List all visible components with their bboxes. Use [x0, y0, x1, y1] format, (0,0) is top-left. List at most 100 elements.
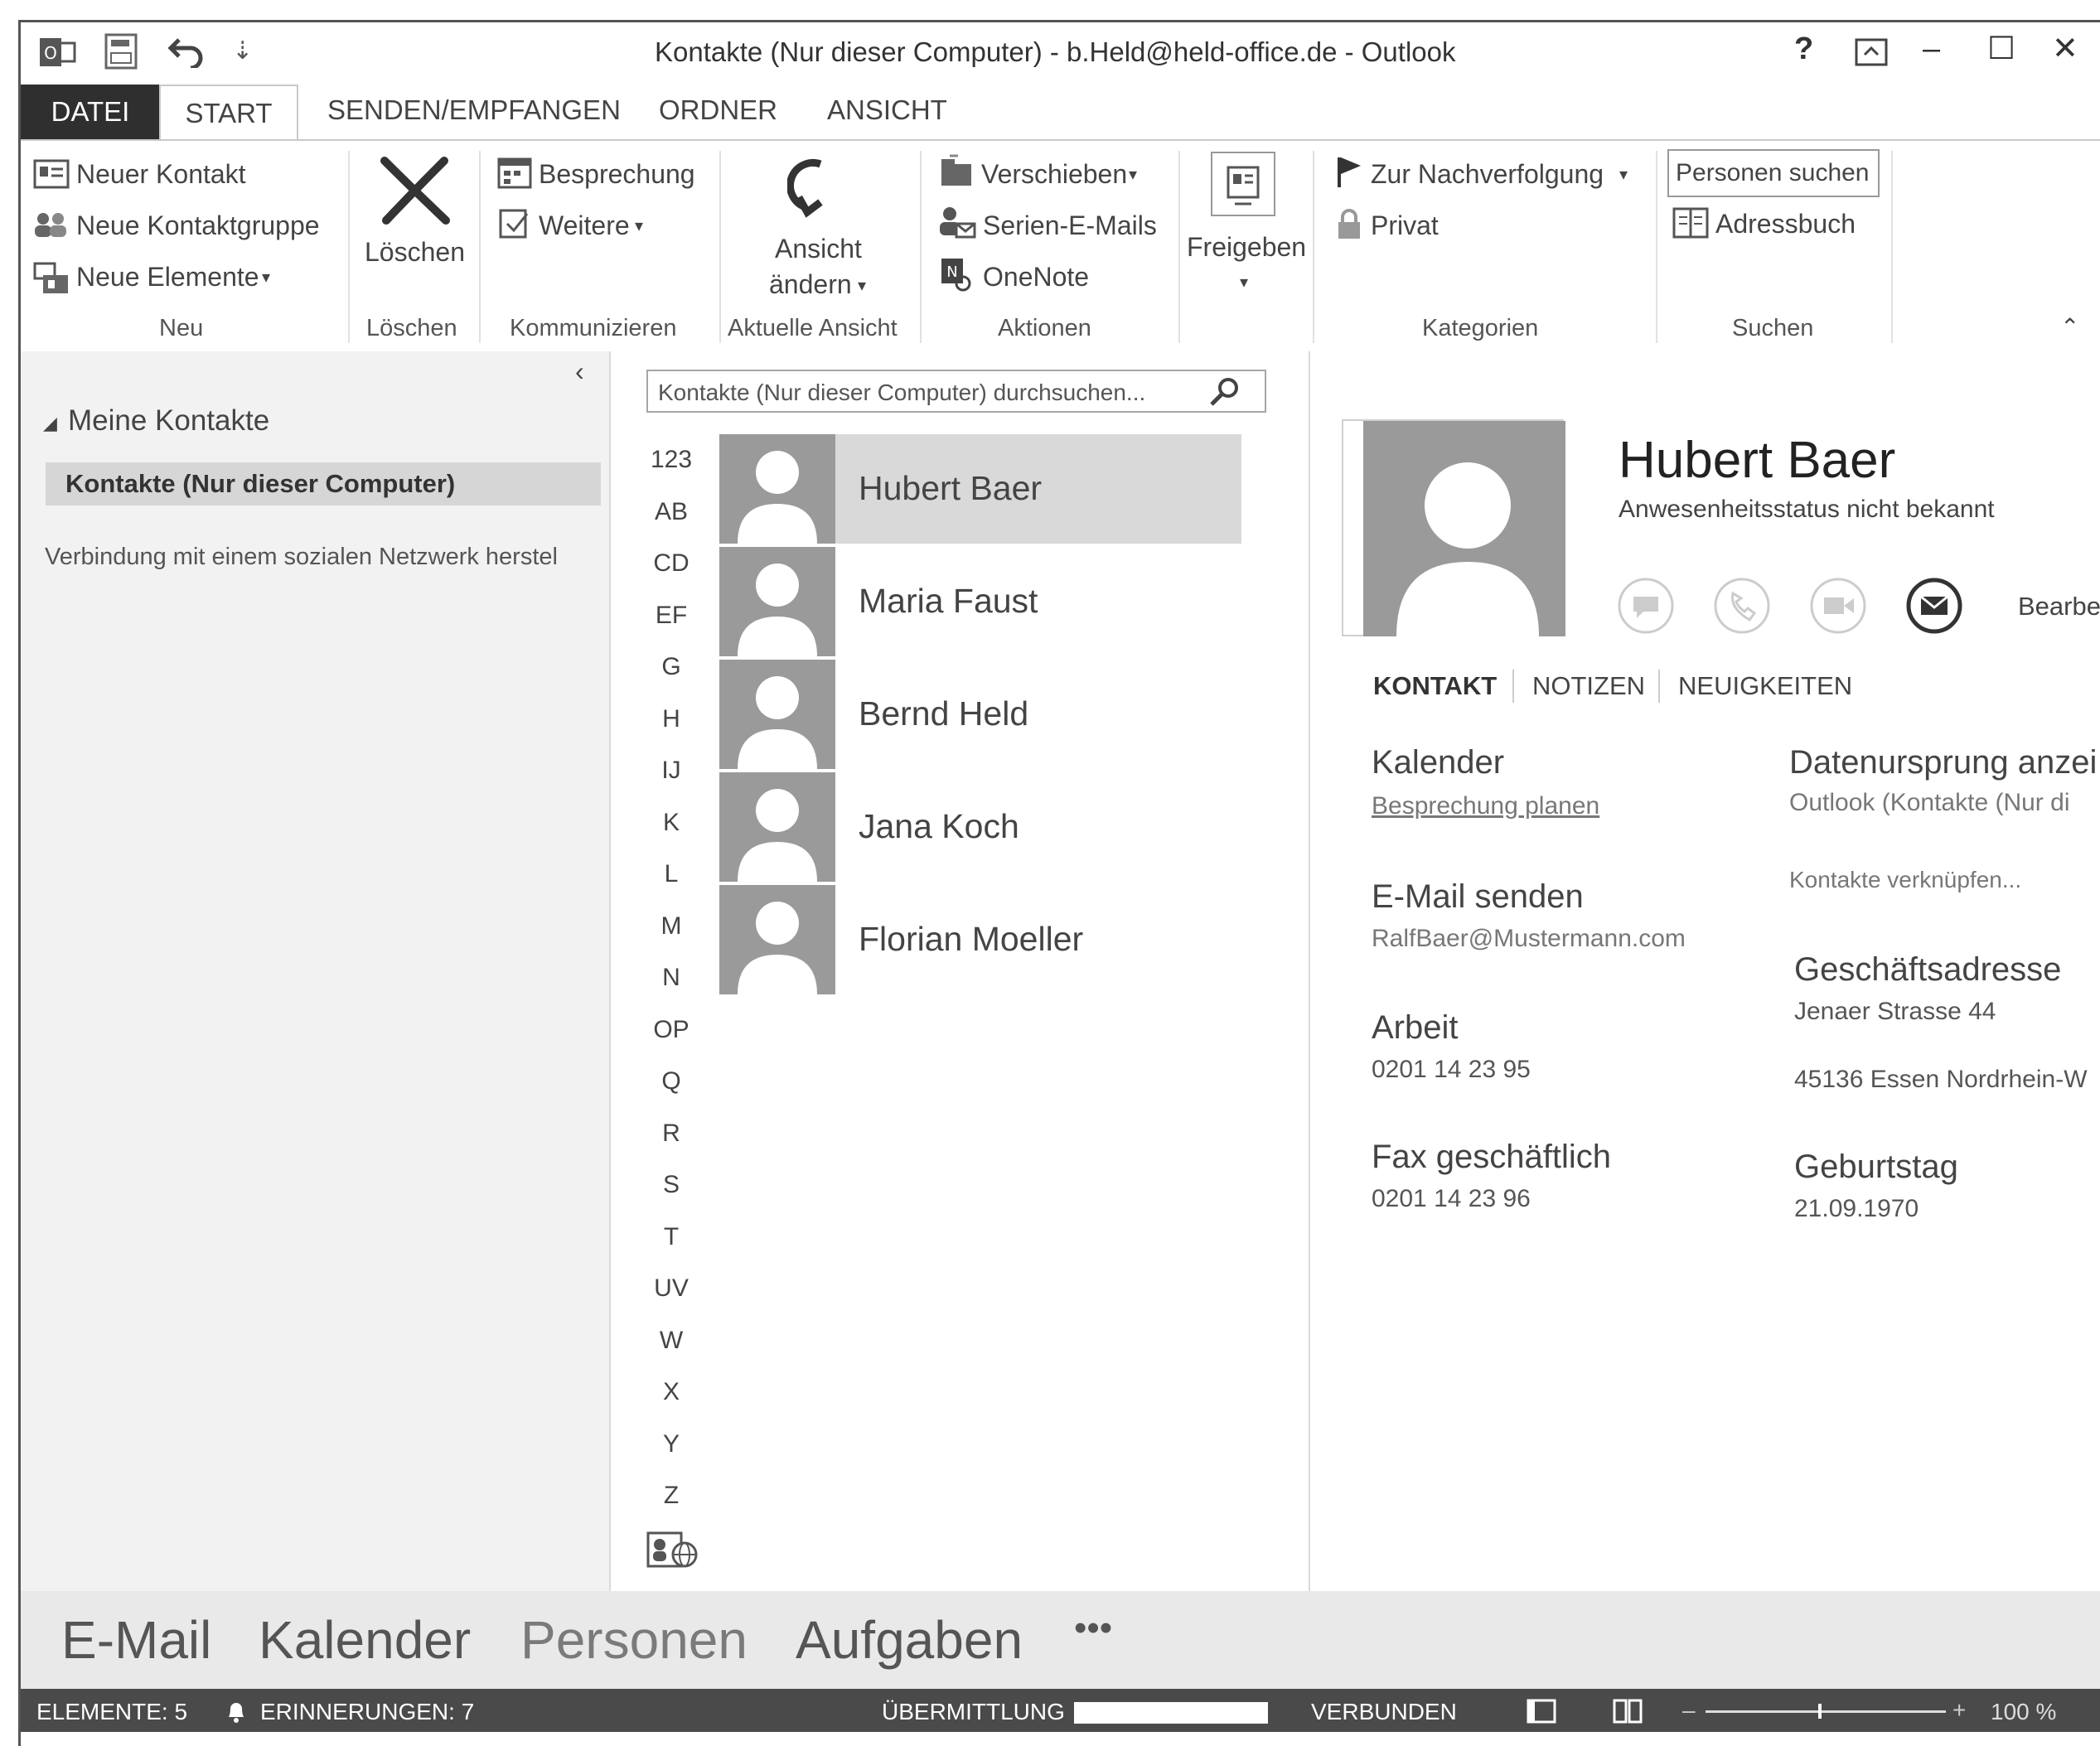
- tab-datei[interactable]: DATEI: [21, 85, 160, 139]
- alphabet-letter[interactable]: IJ: [646, 757, 696, 785]
- change-view-button-line2[interactable]: ändern: [769, 269, 852, 300]
- tab-senden-empfangen[interactable]: SENDEN/EMPFANGEN: [327, 94, 621, 126]
- change-view-icon[interactable]: [787, 156, 854, 225]
- collapse-ribbon-icon[interactable]: ⌃: [2060, 313, 2079, 341]
- online-contacts-icon[interactable]: [646, 1531, 701, 1569]
- tab-notizen[interactable]: NOTIZEN: [1532, 671, 1645, 701]
- close-button[interactable]: ✕: [2052, 33, 2078, 65]
- ribbon-display-options-icon[interactable]: [1855, 38, 1888, 66]
- delete-button[interactable]: Löschen: [365, 237, 465, 268]
- contact-list-item[interactable]: Florian Moeller: [719, 885, 1083, 994]
- new-contact-group-button[interactable]: Neue Kontaktgruppe: [76, 210, 320, 241]
- work-phone-value[interactable]: 0201 14 23 95: [1372, 1056, 1531, 1084]
- alphabet-letter[interactable]: CD: [646, 549, 696, 578]
- contact-list-item[interactable]: Maria Faust: [719, 547, 1038, 656]
- link-contacts-link[interactable]: Kontakte verknüpfen...: [1789, 867, 2021, 893]
- tab-start[interactable]: START: [159, 85, 298, 141]
- zoom-level[interactable]: 100 %: [1991, 1699, 2056, 1725]
- email-value[interactable]: RalfBaer@Mustermann.com: [1372, 925, 1686, 953]
- alphabet-letter[interactable]: X: [646, 1378, 696, 1406]
- collapse-folder-pane-icon[interactable]: ‹: [575, 356, 584, 387]
- alphabet-letter[interactable]: M: [646, 912, 696, 941]
- private-button[interactable]: Privat: [1371, 210, 1439, 241]
- undo-icon[interactable]: [167, 31, 207, 68]
- folder-item-selected[interactable]: Kontakte (Nur dieser Computer): [46, 462, 601, 505]
- normal-view-icon[interactable]: [1525, 1697, 1558, 1725]
- onenote-button[interactable]: OneNote: [983, 262, 1089, 293]
- social-network-link[interactable]: Verbindung mit einem sozialen Netzwerk h…: [45, 544, 605, 571]
- tab-kontakt[interactable]: KONTAKT: [1373, 671, 1497, 701]
- nav-tasks[interactable]: Aufgaben: [796, 1609, 1023, 1671]
- minimize-button[interactable]: –: [1923, 33, 1940, 65]
- move-button[interactable]: Verschieben: [981, 159, 1127, 190]
- change-view-button-line1[interactable]: Ansicht: [775, 234, 862, 264]
- search-icon[interactable]: [1208, 376, 1241, 408]
- alphabet-letter[interactable]: Z: [646, 1482, 696, 1510]
- share-dropdown-icon[interactable]: ▾: [1240, 272, 1248, 293]
- new-contact-button[interactable]: Neuer Kontakt: [76, 159, 246, 190]
- zoom-out-button[interactable]: –: [1682, 1697, 1696, 1724]
- new-items-dropdown-icon[interactable]: ▾: [262, 267, 270, 288]
- zoom-slider-track[interactable]: [1706, 1710, 1946, 1713]
- follow-up-dropdown-icon[interactable]: ▾: [1619, 164, 1628, 185]
- maximize-button[interactable]: ☐: [1987, 33, 2015, 65]
- alphabet-letter[interactable]: S: [646, 1171, 696, 1199]
- instant-message-icon[interactable]: [1617, 577, 1675, 635]
- search-people-input[interactable]: Personen suchen: [1667, 149, 1880, 197]
- contact-search-input[interactable]: Kontakte (Nur dieser Computer) durchsuch…: [646, 370, 1266, 413]
- address-book-button[interactable]: Adressbuch: [1715, 209, 1856, 239]
- alphabet-letter[interactable]: H: [646, 705, 696, 733]
- nav-people[interactable]: Personen: [520, 1609, 748, 1671]
- reading-view-icon[interactable]: [1611, 1697, 1644, 1725]
- nav-more-icon[interactable]: •••: [1074, 1608, 1112, 1649]
- contact-list-item[interactable]: Bernd Held: [719, 660, 1028, 769]
- tab-neuigkeiten[interactable]: NEUIGKEITEN: [1678, 671, 1852, 701]
- alphabet-letter[interactable]: T: [646, 1223, 696, 1251]
- move-dropdown-icon[interactable]: ▾: [1129, 164, 1137, 185]
- alphabet-letter[interactable]: 123: [646, 446, 696, 474]
- my-contacts-expand-icon[interactable]: ◢: [43, 413, 57, 434]
- tab-ansicht[interactable]: ANSICHT: [827, 94, 947, 126]
- alphabet-letter[interactable]: AB: [646, 498, 696, 526]
- meeting-button[interactable]: Besprechung: [539, 159, 695, 190]
- tab-ordner[interactable]: ORDNER: [659, 94, 777, 126]
- video-call-icon[interactable]: [1809, 577, 1867, 635]
- my-contacts-header[interactable]: Meine Kontakte: [68, 404, 269, 438]
- zoom-slider-thumb[interactable]: [1818, 1704, 1822, 1719]
- alphabet-letter[interactable]: Y: [646, 1430, 696, 1458]
- zoom-in-button[interactable]: +: [1952, 1697, 1966, 1724]
- share-button[interactable]: Freigeben: [1187, 232, 1306, 263]
- more-button[interactable]: Weitere: [539, 210, 630, 241]
- contact-list-item[interactable]: Hubert Baer: [719, 434, 1241, 544]
- alphabet-letter[interactable]: K: [646, 809, 696, 837]
- alphabet-letter[interactable]: OP: [646, 1016, 696, 1044]
- reminder-bell-icon[interactable]: [224, 1699, 249, 1724]
- schedule-meeting-link[interactable]: Besprechung planen: [1372, 792, 1599, 820]
- send-email-icon[interactable]: [1905, 577, 1963, 635]
- more-dropdown-icon[interactable]: ▾: [635, 215, 643, 236]
- alphabet-letter[interactable]: N: [646, 964, 696, 992]
- alphabet-letter[interactable]: G: [646, 653, 696, 681]
- data-source-label[interactable]: Datenursprung anzei: [1789, 744, 2097, 781]
- change-view-dropdown-icon[interactable]: ▾: [858, 275, 866, 296]
- nav-calendar[interactable]: Kalender: [259, 1609, 471, 1671]
- share-contacts-icon[interactable]: [1210, 151, 1276, 217]
- alphabet-letter[interactable]: L: [646, 860, 696, 888]
- delete-icon[interactable]: [378, 156, 452, 225]
- outlook-app-icon[interactable]: O: [38, 33, 76, 71]
- mail-merge-button[interactable]: Serien-E-Mails: [983, 210, 1157, 241]
- save-icon[interactable]: [103, 31, 141, 71]
- alphabet-letter[interactable]: W: [646, 1327, 696, 1355]
- alphabet-letter[interactable]: Q: [646, 1067, 696, 1095]
- help-button[interactable]: ?: [1794, 33, 1813, 65]
- alphabet-letter[interactable]: EF: [646, 602, 696, 630]
- contact-list-item[interactable]: Jana Koch: [719, 772, 1019, 882]
- reminders-count[interactable]: ERINNERUNGEN: 7: [260, 1699, 474, 1725]
- alphabet-letter[interactable]: UV: [646, 1274, 696, 1303]
- quick-access-dropdown-icon[interactable]: ⇣: [232, 36, 253, 65]
- alphabet-letter[interactable]: R: [646, 1120, 696, 1148]
- edit-button[interactable]: Bearbe: [2018, 592, 2100, 621]
- nav-email[interactable]: E-Mail: [61, 1609, 211, 1671]
- call-icon[interactable]: [1713, 577, 1771, 635]
- new-items-button[interactable]: Neue Elemente: [76, 262, 259, 293]
